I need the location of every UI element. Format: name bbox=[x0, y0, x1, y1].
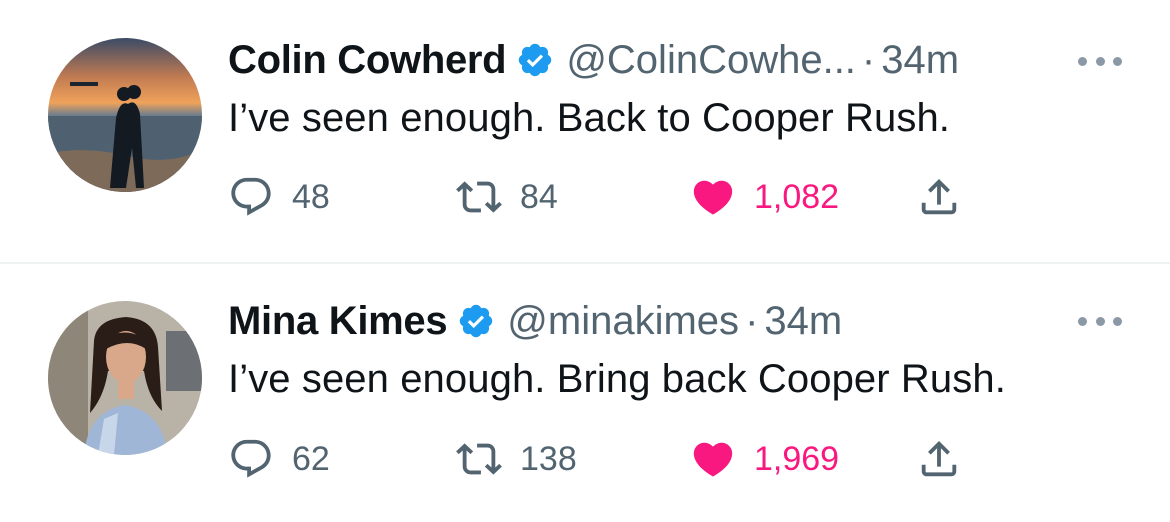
beach-sunset-avatar-image bbox=[48, 38, 202, 192]
like-button[interactable]: 1,082 bbox=[690, 172, 839, 222]
reply-icon bbox=[231, 439, 271, 478]
heart-icon bbox=[693, 442, 733, 477]
reply-icon bbox=[231, 177, 271, 216]
timestamp[interactable]: 34m bbox=[881, 38, 959, 83]
tweet-header: Colin Cowherd @ColinCowhe... · 34m bbox=[228, 36, 959, 84]
share-button[interactable] bbox=[916, 172, 962, 222]
retweet-icon bbox=[456, 181, 502, 213]
portrait-avatar-image bbox=[48, 301, 202, 455]
tweet-text: I’ve seen enough. Back to Cooper Rush. bbox=[228, 96, 951, 140]
like-count: 1,969 bbox=[754, 439, 840, 478]
timestamp[interactable]: 34m bbox=[764, 299, 842, 344]
like-count: 1,082 bbox=[754, 177, 840, 216]
more-dots-icon[interactable] bbox=[1078, 315, 1122, 327]
avatar[interactable] bbox=[48, 301, 202, 455]
reply-count: 48 bbox=[292, 177, 330, 216]
separator-dot: · bbox=[745, 298, 759, 343]
author-handle[interactable]: @minakimes bbox=[507, 299, 739, 344]
avatar[interactable] bbox=[48, 38, 202, 192]
tweet-actions: 48 84 1,082 bbox=[228, 172, 988, 222]
retweet-button[interactable]: 138 bbox=[456, 434, 577, 484]
share-icon bbox=[921, 440, 957, 477]
tweet-2[interactable]: Mina Kimes @minakimes · 34m I’ve seen en… bbox=[0, 264, 1170, 522]
verified-badge-icon bbox=[457, 302, 495, 340]
share-icon bbox=[921, 178, 957, 215]
reply-count: 62 bbox=[292, 439, 330, 478]
author-handle[interactable]: @ColinCowhe... bbox=[566, 38, 856, 83]
author-name[interactable]: Mina Kimes bbox=[228, 299, 448, 344]
retweet-button[interactable]: 84 bbox=[456, 172, 558, 222]
verified-badge-icon bbox=[516, 41, 554, 79]
author-name[interactable]: Colin Cowherd bbox=[228, 38, 507, 83]
like-button[interactable]: 1,969 bbox=[690, 434, 839, 484]
retweet-count: 84 bbox=[520, 177, 558, 216]
tweet-text: I’ve seen enough. Bring back Cooper Rush… bbox=[228, 357, 1006, 401]
retweet-icon bbox=[456, 443, 502, 475]
share-button[interactable] bbox=[916, 434, 962, 484]
retweet-count: 138 bbox=[520, 439, 577, 478]
more-dots-icon[interactable] bbox=[1078, 55, 1122, 67]
reply-button[interactable]: 62 bbox=[228, 434, 330, 484]
reply-button[interactable]: 48 bbox=[228, 172, 330, 222]
tweet-header: Mina Kimes @minakimes · 34m bbox=[228, 297, 842, 345]
tweet-1[interactable]: Colin Cowherd @ColinCowhe... · 34m I’ve … bbox=[0, 0, 1170, 258]
tweet-actions: 62 138 1,969 bbox=[228, 434, 988, 484]
heart-icon bbox=[693, 180, 733, 215]
separator-dot: · bbox=[861, 37, 876, 82]
